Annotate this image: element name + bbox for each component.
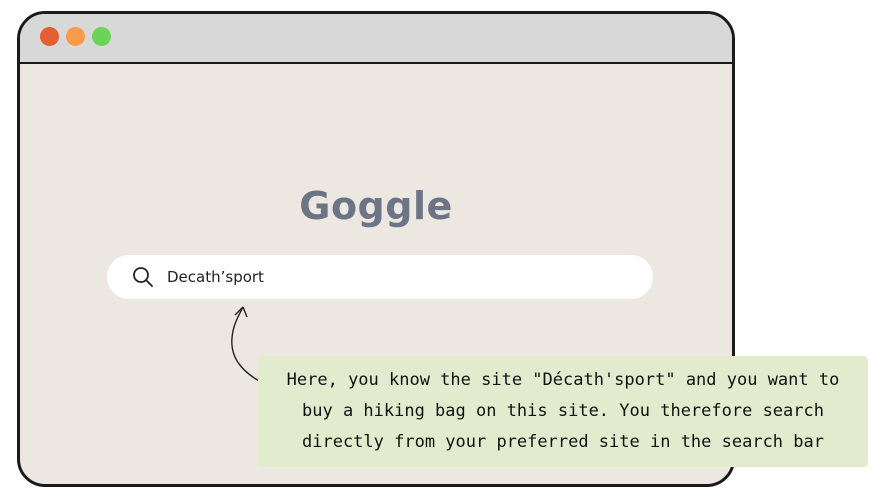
annotation-line: directly from your preferred site in the… (302, 432, 824, 452)
search-bar[interactable]: Decath’sport (107, 255, 653, 299)
annotation-line: Here, you know the site "Décath'sport" a… (286, 370, 840, 390)
search-engine-logo: Goggle (299, 184, 453, 228)
search-input[interactable]: Decath’sport (167, 268, 264, 286)
minimize-icon[interactable] (66, 27, 85, 46)
screenshot-canvas: Goggle Decath’sport Here, you know the s… (0, 0, 881, 489)
window-title-bar (20, 14, 732, 64)
zoom-icon[interactable] (92, 27, 111, 46)
search-icon (132, 266, 154, 288)
search-icon-glyph (133, 267, 153, 287)
close-icon[interactable] (40, 27, 59, 46)
annotation-callout: Here, you know the site "Décath'sport" a… (258, 356, 868, 467)
annotation-line: buy a hiking bag on this site. You there… (302, 401, 824, 421)
